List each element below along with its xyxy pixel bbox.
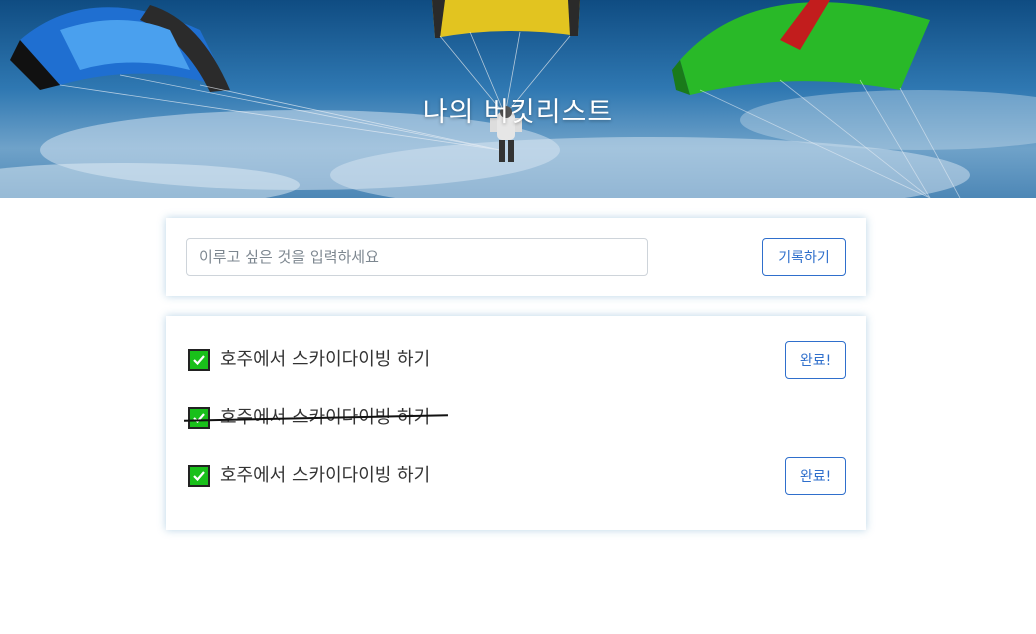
bucket-list-card: 호주에서 스카이다이빙 하기 완료! 호주에서 스카이다이빙 하기 호주에서 스… — [166, 316, 866, 530]
item-text: 호주에서 스카이다이빙 하기 — [220, 349, 431, 370]
complete-button[interactable]: 완료! — [785, 457, 846, 495]
record-button[interactable]: 기록하기 — [762, 238, 846, 276]
item-checkbox[interactable] — [188, 349, 210, 371]
bucket-input[interactable] — [186, 238, 648, 276]
check-icon — [193, 355, 205, 366]
complete-button[interactable]: 완료! — [785, 341, 846, 379]
check-icon — [193, 413, 205, 424]
item-text: 호주에서 스카이다이빙 하기 — [220, 465, 431, 486]
item-checkbox[interactable] — [188, 407, 210, 429]
item-checkbox[interactable] — [188, 465, 210, 487]
bucket-form-card: 기록하기 — [166, 218, 866, 296]
check-icon — [193, 471, 205, 482]
page-title: 나의 버킷리스트 — [422, 97, 614, 129]
hero-banner: 나의 버킷리스트 — [0, 0, 1036, 198]
